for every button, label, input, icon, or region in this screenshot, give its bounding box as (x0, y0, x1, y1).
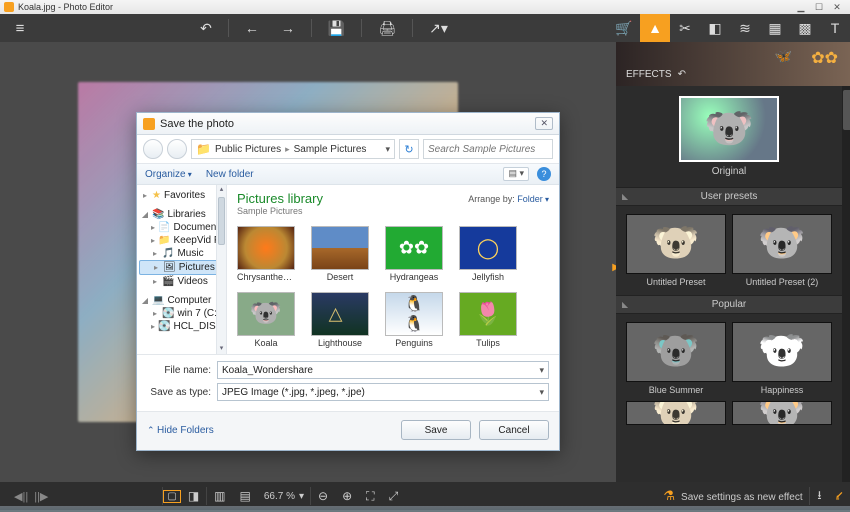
dialog-app-icon (143, 118, 155, 130)
view-single-icon[interactable]: ▢ (163, 490, 180, 503)
category-user-presets[interactable]: ◣User presets (616, 187, 842, 206)
filename-label: File name: (147, 365, 217, 376)
folder-icon: 📁 (196, 142, 211, 156)
menu-button[interactable]: ≡ (0, 20, 40, 37)
folder-tree[interactable]: ▸★Favorites ◢📚Libraries ▸📄Documents ▸📁Ke… (137, 185, 227, 354)
tree-libraries[interactable]: Libraries (167, 209, 205, 220)
maximize-button[interactable]: ☐ (810, 2, 828, 13)
window-title: Koala.jpg - Photo Editor (18, 2, 113, 12)
organize-menu[interactable]: Organize (145, 169, 192, 180)
save-button[interactable]: Save (401, 420, 471, 440)
save-icon[interactable]: 💾 (322, 20, 351, 37)
savetype-select[interactable]: JPEG Image (*.jpg, *.jpeg, *.jpe)▾ (217, 383, 549, 401)
view-compare-icon[interactable]: ◨ (181, 489, 206, 503)
zoom-out-icon[interactable]: ⊖ (311, 489, 335, 503)
zoom-display[interactable]: 66.7 %▾ (258, 491, 310, 502)
nav-forward-button[interactable] (167, 139, 187, 159)
file-thumb-hydrangeas[interactable]: Hydrangeas (385, 226, 443, 282)
breadcrumb-2[interactable]: Sample Pictures (294, 144, 367, 155)
tree-computer[interactable]: Computer (167, 295, 211, 306)
category-popular[interactable]: ◣Popular (616, 295, 842, 314)
window-titlebar: Koala.jpg - Photo Editor ▁ ☐ ✕ (0, 0, 850, 14)
zoom-fit-icon[interactable]: ⛶ (359, 489, 381, 504)
share-icon[interactable]: ↗▾ (423, 20, 454, 37)
save-dialog: Save the photo ✕ 📁 Public Pictures ▸ Sam… (136, 112, 560, 451)
tree-scrollbar[interactable]: ▴▾ (216, 185, 226, 354)
effect-blue-summer[interactable]: Blue Summer (626, 322, 726, 395)
effect-happiness[interactable]: Happiness (732, 322, 832, 395)
zoom-in-icon[interactable]: ⊕ (335, 489, 359, 503)
taskbar-hint (0, 506, 850, 512)
effects-scrollbar[interactable] (842, 86, 850, 482)
file-thumb-koala[interactable]: Koala (237, 292, 295, 348)
nav-back-button[interactable] (143, 139, 163, 159)
file-list: Pictures library Sample Pictures Arrange… (227, 185, 559, 354)
effects-reset-icon[interactable]: ↶ (678, 69, 686, 80)
tab-text[interactable]: T (820, 14, 850, 42)
breadcrumb-dropdown-icon[interactable]: ▾ (385, 144, 390, 155)
effects-panel: EFFECTS ↶ Original ◣User presets Untitle… (616, 42, 850, 482)
file-thumb-desert[interactable]: Desert (311, 226, 369, 282)
app-logo-icon (4, 2, 14, 12)
original-thumb (679, 96, 779, 162)
dialog-close-button[interactable]: ✕ (535, 117, 553, 130)
tab-effects[interactable]: ▲ (640, 14, 670, 42)
dialog-title: Save the photo (160, 118, 234, 130)
refresh-button[interactable]: ↻ (399, 139, 419, 159)
close-button[interactable]: ✕ (828, 2, 846, 13)
file-thumb-jellyfish[interactable]: Jellyfish (459, 226, 517, 282)
tab-adjust[interactable]: ◧ (700, 14, 730, 42)
breadcrumb[interactable]: 📁 Public Pictures ▸ Sample Pictures ▾ (191, 139, 395, 159)
next-image-icon[interactable]: ||▶ (34, 490, 48, 503)
help-button[interactable]: ? (537, 167, 551, 181)
preset-untitled-1[interactable]: Untitled Preset (626, 214, 726, 287)
tree-pictures[interactable]: Pictures (179, 262, 215, 273)
search-input[interactable] (423, 139, 553, 159)
filename-input[interactable]: Koala_Wondershare▾ (217, 361, 549, 379)
print-icon[interactable]: 🖨 (372, 20, 402, 37)
tab-equalize[interactable]: ≋ (730, 14, 760, 42)
file-thumb-tulips[interactable]: Tulips (459, 292, 517, 348)
main-toolbar: ≡ ↶ ← → 💾 🖨 ↗▾ 🛒 ▲ ✂ ◧ ≋ ▦ ▩ T (0, 14, 850, 42)
dialog-toolbar: Organize New folder ▤ ▾ ? (137, 164, 559, 185)
tab-texture[interactable]: ▩ (790, 14, 820, 42)
zoom-actual-icon[interactable]: ⤢ (382, 489, 406, 504)
view-grid-icon[interactable]: ▤ (233, 489, 258, 503)
file-thumb-penguins[interactable]: Penguins (385, 292, 443, 348)
effect-extra-1[interactable] (626, 401, 726, 425)
minimize-button[interactable]: ▁ (792, 2, 810, 13)
savetype-label: Save as type: (147, 387, 217, 398)
preset-untitled-2[interactable]: Untitled Preset (2) (732, 214, 832, 287)
tree-videos[interactable]: Videos (177, 276, 207, 287)
tab-frame[interactable]: ▦ (760, 14, 790, 42)
effects-header: EFFECTS ↶ (616, 42, 850, 86)
view-split-icon[interactable]: ▥ (207, 489, 232, 503)
new-folder-button[interactable]: New folder (206, 169, 254, 180)
dialog-nav: 📁 Public Pictures ▸ Sample Pictures ▾ ↻ (137, 135, 559, 164)
file-thumb-lighthouse[interactable]: Lighthouse (311, 292, 369, 348)
tree-favorites[interactable]: Favorites (164, 190, 205, 201)
prev-image-icon[interactable]: ◀|| (14, 490, 28, 503)
library-subtitle: Sample Pictures (237, 206, 549, 216)
effect-original[interactable]: Original (616, 86, 842, 187)
undo-icon[interactable]: ↶ (194, 20, 218, 37)
view-mode-button[interactable]: ▤ ▾ (503, 167, 529, 181)
prev-icon[interactable]: ← (239, 20, 265, 36)
tree-music[interactable]: Music (177, 248, 203, 259)
file-thumb-chrysanthemum[interactable]: Chrysanthemum (237, 226, 295, 282)
save-as-effect-button[interactable]: Save settings as new effect (616, 488, 850, 504)
cancel-button[interactable]: Cancel (479, 420, 549, 440)
effect-extra-2[interactable] (732, 401, 832, 425)
cart-icon[interactable]: 🛒 (608, 20, 640, 37)
dialog-titlebar[interactable]: Save the photo ✕ (137, 113, 559, 135)
tree-win7[interactable]: win 7 (C:) (177, 308, 220, 319)
effects-title: EFFECTS (626, 69, 672, 80)
arrange-by[interactable]: Arrange by: Folder (468, 194, 549, 204)
original-label: Original (626, 166, 832, 177)
next-icon[interactable]: → (275, 20, 301, 36)
tab-crop[interactable]: ✂ (670, 14, 700, 42)
breadcrumb-1[interactable]: Public Pictures (215, 144, 281, 155)
hide-folders-toggle[interactable]: Hide Folders (147, 425, 214, 436)
